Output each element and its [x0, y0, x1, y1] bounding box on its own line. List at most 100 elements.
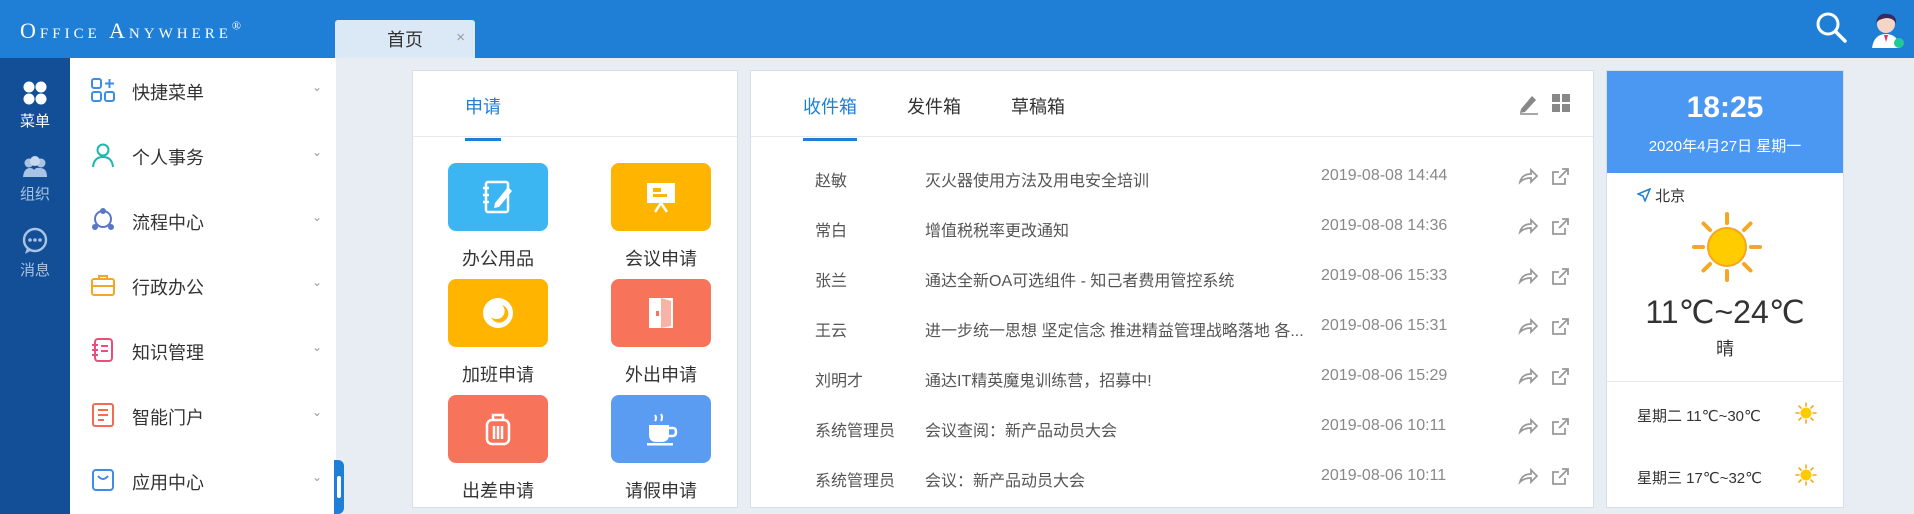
open-external-icon[interactable] [1549, 366, 1571, 388]
nav-message-label: 消息 [19, 261, 50, 279]
mail-row[interactable]: 刘明才 通达IT精英魔鬼训练营，招募中! 2019-08-06 15:29 [751, 352, 1595, 402]
mail-row[interactable]: 张兰 通达全新OA可选组件 - 知己者费用管控系统 2019-08-06 15:… [751, 252, 1595, 302]
grid-view-icon[interactable] [1549, 91, 1573, 115]
portal-icon [92, 403, 114, 427]
apply-tile-overtime[interactable]: 加班申请 [428, 279, 568, 397]
apply-tile-business-trip[interactable]: 出差申请 [428, 395, 568, 513]
search-icon[interactable] [1814, 10, 1848, 44]
reply-icon[interactable] [1516, 266, 1538, 288]
weather-location-label: 北京 [1655, 188, 1686, 205]
open-external-icon[interactable] [1549, 316, 1571, 338]
tab-home[interactable]: 首页 × [335, 20, 475, 58]
open-external-icon[interactable] [1549, 166, 1571, 188]
weather-description: 晴 [1716, 339, 1734, 359]
menu-item-quick[interactable]: 快捷菜单 ⌄ [70, 60, 336, 120]
clock-time: 18:25 [1686, 91, 1764, 124]
luggage-icon [485, 413, 511, 446]
mail-subject[interactable]: 会议：新产品动员大会 [925, 467, 1315, 491]
reply-icon[interactable] [1516, 366, 1538, 388]
tile-icon-bg [611, 163, 711, 231]
notebook-pen-icon [483, 180, 512, 214]
nav-org-label: 组织 [19, 185, 50, 203]
avatar[interactable] [1866, 10, 1906, 50]
apply-tile-office-supplies[interactable]: 办公用品 [428, 163, 568, 281]
chevron-down-icon: ⌄ [311, 340, 322, 354]
menu-item-label: 智能门户 [132, 408, 204, 428]
location-arrow-icon [1636, 187, 1652, 203]
apply-tile-leave[interactable]: 请假申请 [591, 395, 731, 513]
reply-icon[interactable] [1516, 216, 1538, 238]
apply-tabs: 申请 [413, 71, 737, 141]
edit-icon[interactable] [1517, 91, 1541, 115]
mail-row[interactable]: 赵敏 灭火器使用方法及用电安全培训 2019-08-08 14:44 [751, 152, 1595, 202]
menu-item-workflow[interactable]: 流程中心 ⌄ [70, 190, 336, 250]
tab-inbox[interactable]: 收件箱 [803, 93, 857, 141]
briefcase-icon [91, 275, 115, 296]
mail-sender: 系统管理员 [815, 473, 896, 490]
mail-row[interactable]: 系统管理员 会议查阅：新产品动员大会 2019-08-06 10:11 [751, 402, 1595, 452]
reply-icon[interactable] [1516, 166, 1538, 188]
divider [1607, 381, 1843, 382]
presentation-icon [647, 183, 675, 213]
workflow-icon [92, 208, 114, 230]
mail-subject[interactable]: 通达全新OA可选组件 - 知己者费用管控系统 [925, 267, 1315, 291]
mail-time: 2019-08-06 10:11 [1321, 417, 1447, 434]
forecast-row: 星期二 11℃~30℃ [1637, 402, 1817, 426]
app-logo[interactable]: Office Anywhere® [20, 18, 241, 44]
mail-sender: 常白 [815, 223, 848, 240]
mail-subject[interactable]: 灭火器使用方法及用电安全培训 [925, 167, 1315, 191]
clock-date: 2020年4月27日 星期一 [1648, 138, 1802, 155]
weather-temperature: 11℃~24℃ [1645, 294, 1805, 330]
chevron-down-icon: ⌄ [311, 470, 322, 484]
tab-sent[interactable]: 发件箱 [907, 93, 961, 138]
tab-apply[interactable]: 申请 [465, 93, 501, 141]
chevron-down-icon: ⌄ [311, 80, 322, 94]
mail-row[interactable]: 常白 增值税税率更改通知 2019-08-08 14:36 [751, 202, 1595, 252]
reply-icon[interactable] [1516, 316, 1538, 338]
menu-item-knowledge[interactable]: 知识管理 ⌄ [70, 320, 336, 380]
weather-location[interactable]: 北京 [1636, 185, 1686, 206]
mail-sender: 系统管理员 [815, 423, 896, 440]
nav-org[interactable]: 组织 [0, 148, 70, 210]
chevron-down-icon: ⌄ [311, 275, 322, 289]
mail-row[interactable]: 王云 进一步统一思想 坚定信念 推进精益管理战略落地 各... 2019-08-… [751, 302, 1595, 352]
mail-subject[interactable]: 会议查阅：新产品动员大会 [925, 417, 1315, 441]
open-external-icon[interactable] [1549, 216, 1571, 238]
mail-subject[interactable]: 通达IT精英魔鬼训练营，招募中! [925, 367, 1315, 391]
nav-menu[interactable]: 菜单 [0, 74, 70, 136]
close-icon[interactable]: × [456, 29, 465, 46]
tab-home-label: 首页 [387, 30, 423, 50]
menu-item-portal[interactable]: 智能门户 ⌄ [70, 385, 336, 445]
reply-icon[interactable] [1516, 466, 1538, 488]
tile-label: 会议申请 [625, 249, 697, 269]
menu-item-label: 行政办公 [132, 278, 204, 298]
sun-icon [1795, 402, 1817, 424]
apply-tile-outing[interactable]: 外出申请 [591, 279, 731, 397]
menu-item-admin[interactable]: 行政办公 ⌄ [70, 255, 336, 315]
collapse-handle[interactable] [334, 460, 344, 514]
user-icon [92, 143, 114, 168]
nav-message[interactable]: 消息 [0, 222, 70, 284]
open-external-icon[interactable] [1549, 266, 1571, 288]
mail-subject[interactable]: 进一步统一思想 坚定信念 推进精益管理战略落地 各... [925, 317, 1315, 341]
mail-subject[interactable]: 增值税税率更改通知 [925, 217, 1315, 241]
chat-icon [22, 227, 48, 254]
reply-icon[interactable] [1516, 416, 1538, 438]
mail-time: 2019-08-06 10:11 [1321, 467, 1447, 484]
tab-drafts[interactable]: 草稿箱 [1011, 93, 1065, 138]
menu-item-apps[interactable]: 应用中心 ⌄ [70, 450, 336, 510]
chevron-down-icon: ⌄ [311, 405, 322, 419]
mail-row[interactable]: 系统管理员 会议：新产品动员大会 2019-08-06 10:11 [751, 452, 1595, 502]
side-menu: 快捷菜单 ⌄ 个人事务 ⌄ 流程中心 ⌄ 行政办公 ⌄ 知识管理 ⌄ 智能门户 … [70, 58, 336, 514]
apply-panel: 申请 办公用品 会议申请 加班申请 外出申请 出差申请 请假申请 [412, 70, 738, 508]
menu-item-personal[interactable]: 个人事务 ⌄ [70, 125, 336, 185]
menu-item-label: 应用中心 [132, 473, 204, 493]
apply-tile-meeting[interactable]: 会议申请 [591, 163, 731, 281]
tile-label: 出差申请 [462, 481, 534, 501]
open-external-icon[interactable] [1549, 416, 1571, 438]
mail-sender: 王云 [815, 323, 848, 340]
open-external-icon[interactable] [1549, 466, 1571, 488]
app-center-icon [92, 469, 114, 491]
quick-menu-icon [91, 78, 115, 102]
mail-sender: 张兰 [815, 273, 848, 290]
